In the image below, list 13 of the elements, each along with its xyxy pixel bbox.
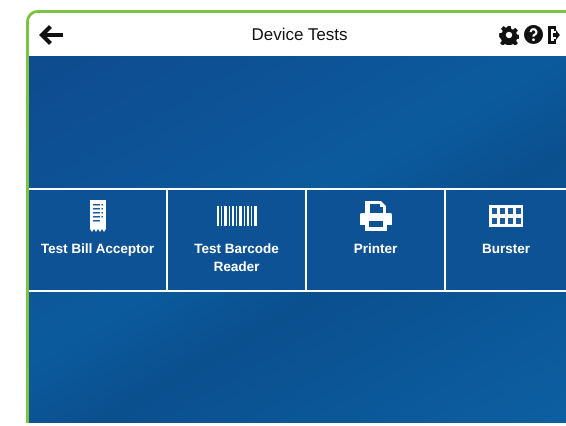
settings-icon[interactable] (499, 24, 519, 44)
device-tile[interactable]: Test Bill Acceptor (29, 190, 166, 290)
device-tile[interactable]: Printer (307, 190, 444, 290)
exit-icon[interactable] (548, 26, 560, 44)
back-arrow-icon[interactable] (39, 24, 63, 44)
barcode-icon (216, 206, 256, 226)
grid-icon (489, 205, 523, 227)
device-tile[interactable]: Burster (446, 190, 566, 290)
printer-icon (360, 201, 392, 231)
page-title: Device Tests (251, 24, 348, 44)
receipt-icon (90, 200, 106, 232)
device-tile[interactable]: Test Barcode Reader (168, 190, 305, 290)
help-icon[interactable] (524, 25, 543, 44)
